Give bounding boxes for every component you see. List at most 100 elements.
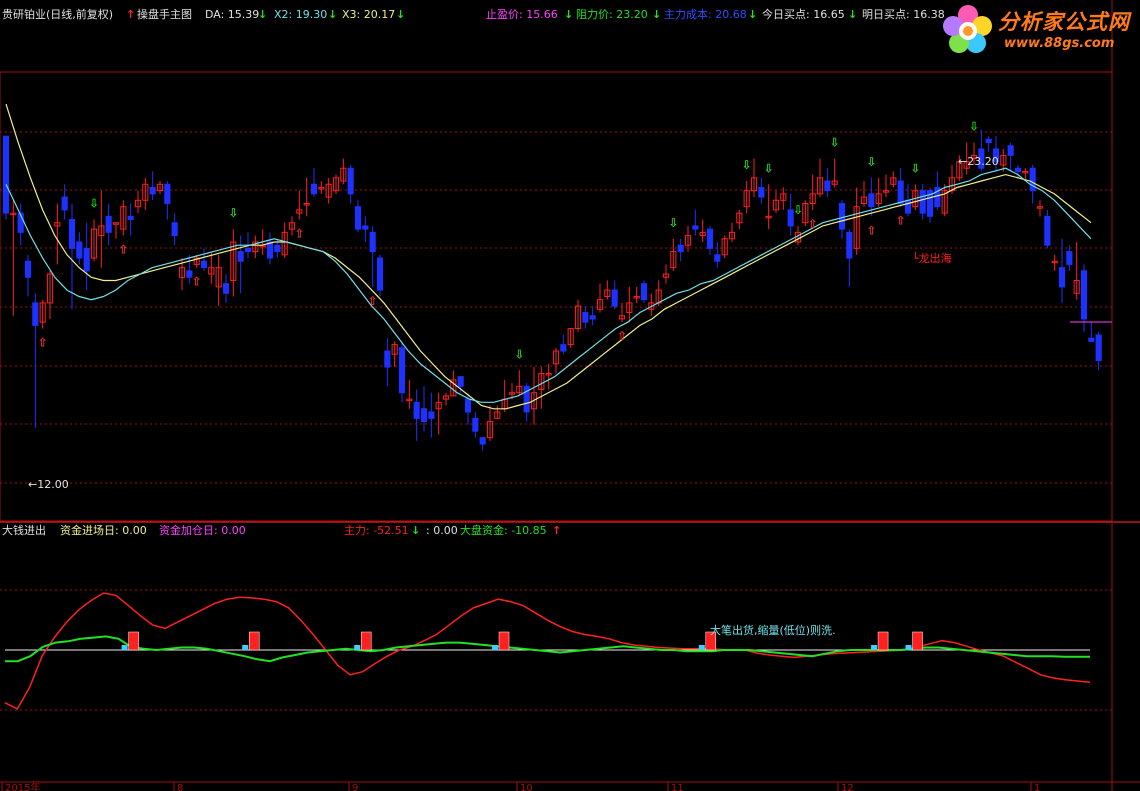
x2-value: X2: 19.30 xyxy=(274,8,328,21)
buy-arrow-icon: ⇧ xyxy=(38,336,48,350)
candle-body xyxy=(164,183,171,204)
candle-body xyxy=(1088,337,1095,342)
candle-body xyxy=(824,180,831,192)
buy-arrow-icon: ⇧ xyxy=(192,275,202,289)
x3-value: X3: 20.17 xyxy=(342,8,396,21)
down-arrow-icon: ↓ xyxy=(748,8,758,21)
cyan-signal-bar xyxy=(905,645,912,650)
red-signal-bar xyxy=(877,631,889,651)
candle-body xyxy=(354,206,362,230)
cyan-signal-bar xyxy=(492,645,499,650)
unnamed-value: : 0.00 xyxy=(426,524,458,537)
x-tick-label: 10 xyxy=(520,783,533,791)
cyan-signal-bar xyxy=(354,645,361,650)
red-signal-bar xyxy=(248,631,260,651)
main-cost-value: 主力成本: 20.68 xyxy=(664,8,747,21)
candle-body xyxy=(1014,167,1022,172)
sell-arrow-icon: ⇩ xyxy=(228,206,238,220)
sell-arrow-icon: ⇩ xyxy=(969,120,979,134)
down-arrow-icon: ↓ xyxy=(328,8,338,21)
sell-arrow-icon: ⇩ xyxy=(764,161,774,175)
main-force-value: 主力: -52.51 xyxy=(344,524,409,537)
candle-body xyxy=(68,219,76,249)
candle-body xyxy=(171,222,178,237)
buy-arrow-icon: ⇧ xyxy=(808,217,818,231)
down-arrow-icon: ↓ xyxy=(652,8,662,21)
resistance-value: 阻力价: 23.20 xyxy=(576,8,648,21)
candle-body xyxy=(589,315,596,320)
candle-layer xyxy=(2,129,1102,451)
candle-body xyxy=(362,225,369,230)
candle-body xyxy=(266,241,274,259)
candle-body xyxy=(398,347,406,394)
x-tick-label: 12 xyxy=(841,783,854,791)
main-indicator-label: 操盘手主图 xyxy=(137,8,192,21)
sell-arrow-icon: ⇩ xyxy=(793,203,803,217)
logo-url: www.88gs.com xyxy=(1004,36,1115,51)
red-signal-bar xyxy=(360,631,372,651)
main-plot-frame xyxy=(0,71,1113,522)
candle-body xyxy=(582,312,589,323)
candle-body xyxy=(347,167,354,195)
candle-body xyxy=(714,254,721,262)
down-arrow-icon: ↓ xyxy=(396,8,406,21)
logo: 分析家公式网 www.88gs.com xyxy=(940,0,1140,58)
up-arrow-icon: ↑ xyxy=(126,8,136,21)
sell-arrow-icon: ⇩ xyxy=(830,136,840,150)
stock-label: 贵研铂业(日线,前复权) xyxy=(2,8,114,21)
candle-body xyxy=(640,283,648,301)
candle-body xyxy=(692,225,699,230)
buy-arrow-icon: ⇧ xyxy=(617,329,627,343)
red-signal-bar xyxy=(128,631,139,651)
down-arrow-icon: ↓ xyxy=(848,8,858,21)
candle-body xyxy=(127,215,134,221)
down-arrow-icon: ↓ xyxy=(411,524,421,537)
sell-arrow-icon: ⇩ xyxy=(866,155,876,169)
sell-arrow-icon: ⇩ xyxy=(668,216,678,230)
candle-body xyxy=(376,257,384,291)
candle-body xyxy=(904,199,912,214)
candle-body xyxy=(1066,251,1073,265)
candle-body xyxy=(369,231,376,253)
stop-profit-value: 止盈价: 15.66 xyxy=(486,8,558,21)
x-tick-label: 8 xyxy=(177,783,183,791)
tomorrow-buy-value: 明日买点: 16.38 xyxy=(862,8,945,21)
candle-body xyxy=(2,135,10,214)
candle-body xyxy=(384,350,391,368)
up-arrow-icon: ↑ xyxy=(552,524,562,537)
candle-body xyxy=(1058,267,1066,288)
candle-body xyxy=(677,244,684,253)
candle-body xyxy=(1095,334,1102,362)
red-signal-bar xyxy=(498,631,510,651)
fund-entry-value: 资金进场日: 0.00 xyxy=(60,524,147,537)
buy-arrow-icon: ⇧ xyxy=(866,223,876,237)
candle-body xyxy=(560,344,567,352)
sell-arrow-icon: ⇩ xyxy=(514,347,524,361)
candle-body xyxy=(838,202,846,230)
candle-body xyxy=(464,398,472,413)
today-buy-value: 今日买点: 16.65 xyxy=(762,8,845,21)
candle-body xyxy=(149,186,156,195)
x-tick-label: 9 xyxy=(352,783,358,791)
buy-arrow-icon: ⇧ xyxy=(294,227,304,241)
candle-body xyxy=(24,260,32,278)
candle-body xyxy=(897,180,904,204)
sell-arrow-icon: ⇩ xyxy=(89,197,99,211)
candle-body xyxy=(919,190,926,214)
candle-body xyxy=(244,247,252,253)
candle-body xyxy=(846,231,853,259)
candle-body xyxy=(76,241,83,259)
candle-body xyxy=(1044,215,1051,246)
cyan-signal-bar xyxy=(121,645,128,650)
candle-body xyxy=(428,411,435,419)
fund-add-value: 资金加仓日: 0.00 xyxy=(159,524,246,537)
buy-arrow-icon: ⇧ xyxy=(368,294,378,308)
buy-arrow-icon: ⇧ xyxy=(118,243,128,257)
candle-body xyxy=(61,196,68,211)
sub-title: 大钱进出 xyxy=(2,524,46,537)
candle-body xyxy=(611,289,618,307)
sell-arrow-icon: ⇩ xyxy=(910,161,920,175)
candle-body xyxy=(479,437,486,445)
high-price-label: ←23.20 xyxy=(958,155,999,168)
down-arrow-icon: ↓ xyxy=(564,8,574,21)
